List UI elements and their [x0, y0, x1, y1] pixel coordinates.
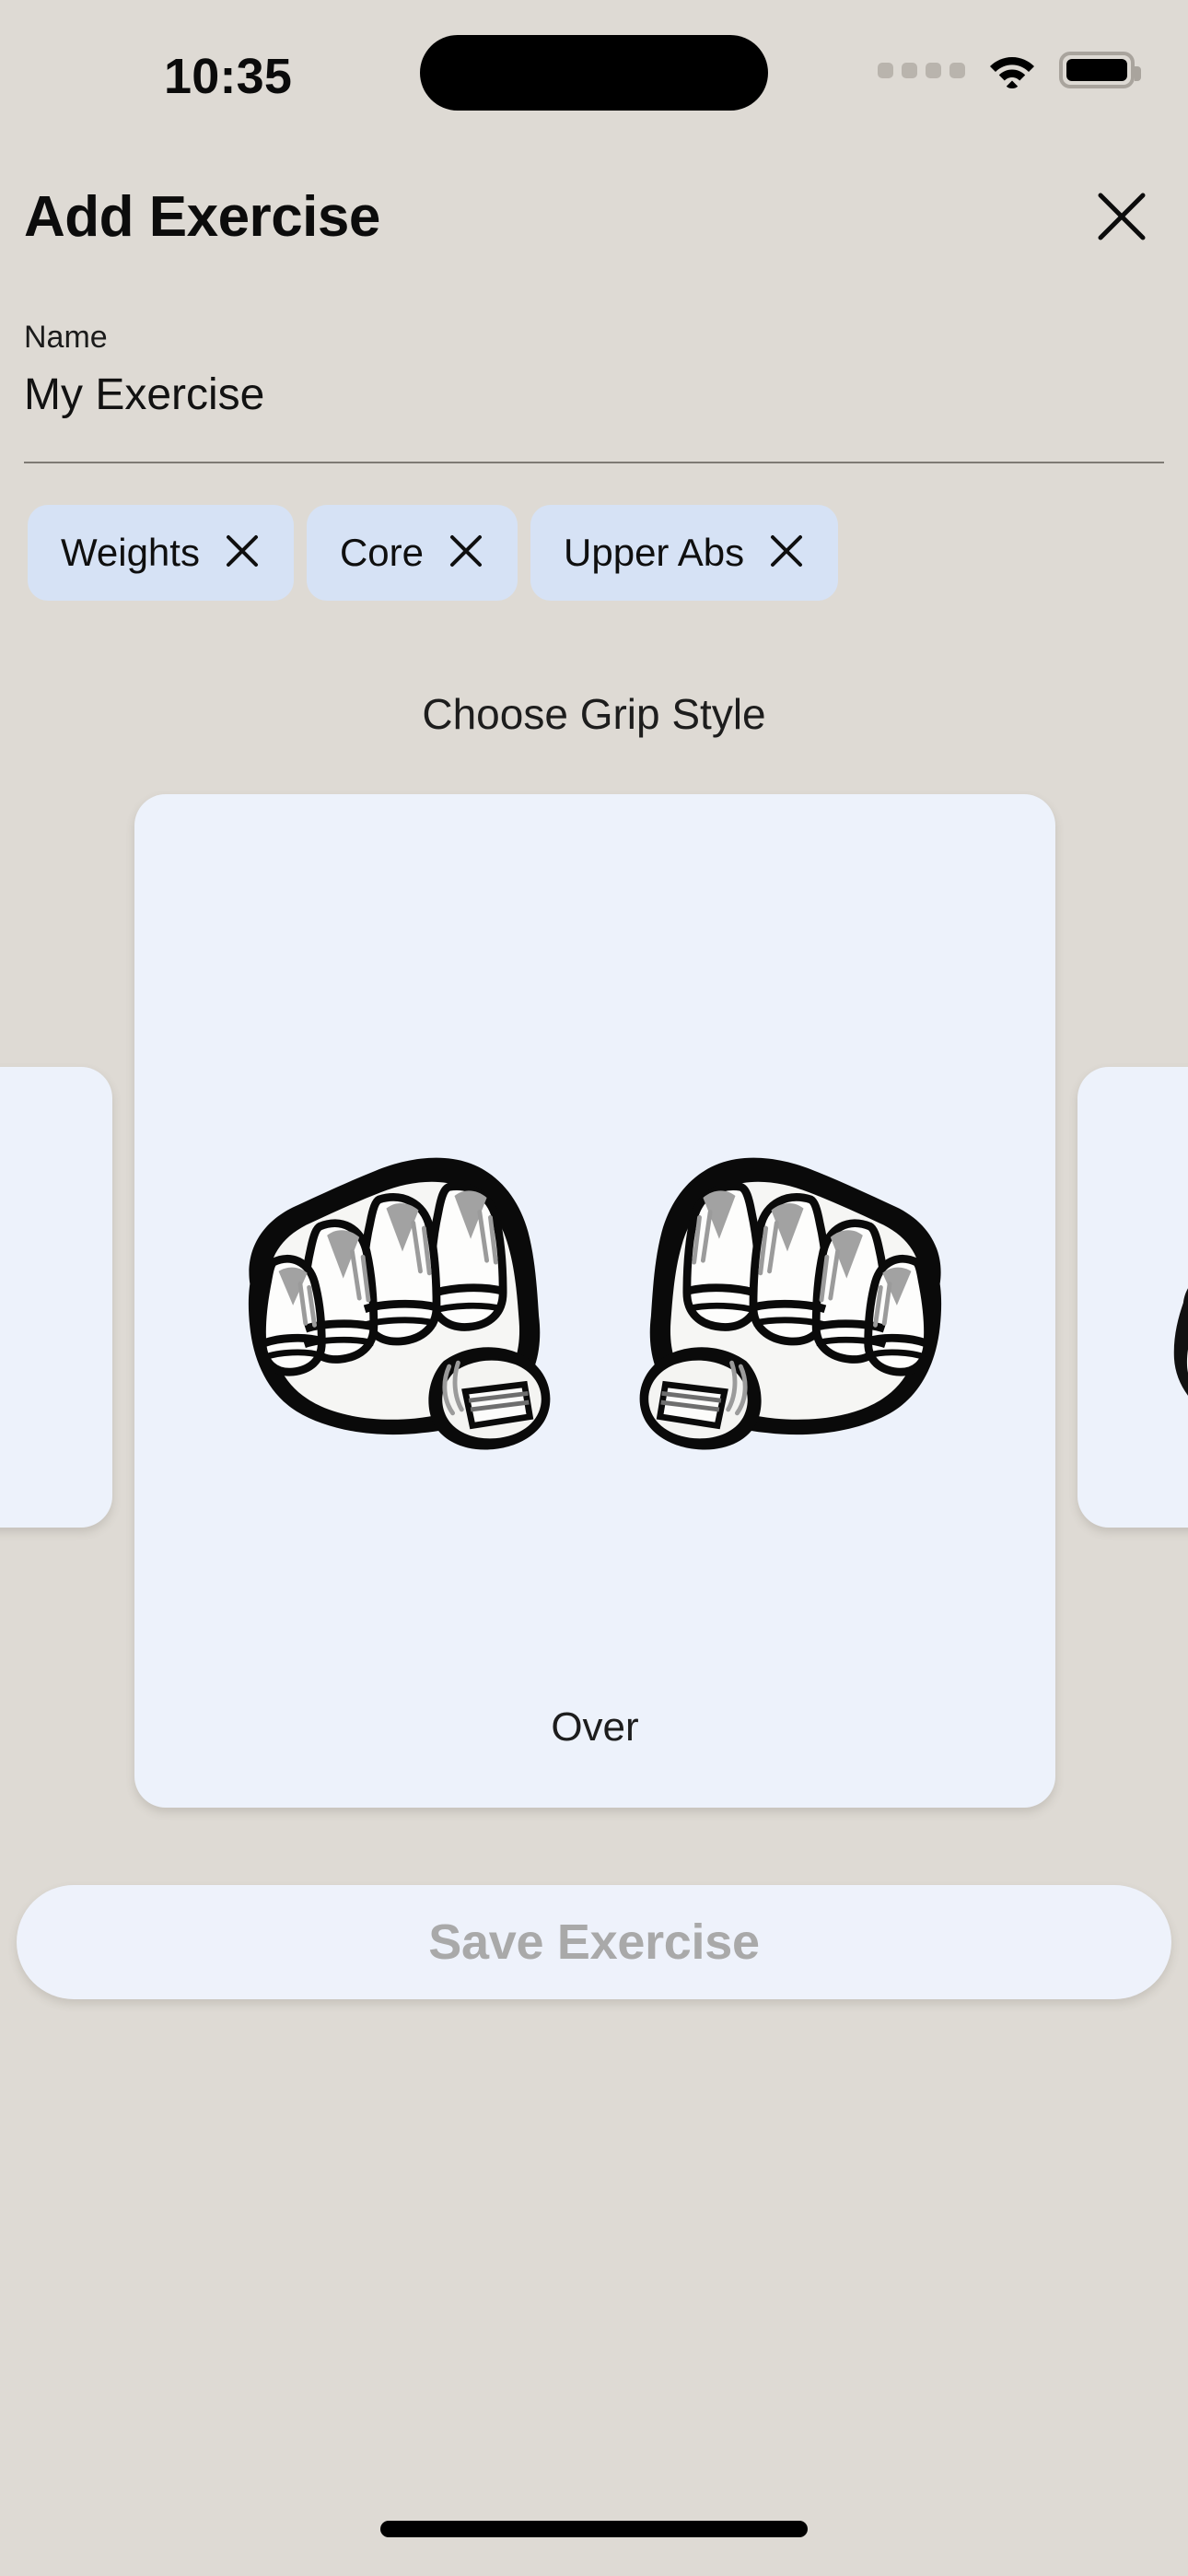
grip-card-selected[interactable]: Over	[134, 794, 1055, 1808]
tag-chip-list: Weights Core Upper Abs	[28, 505, 839, 601]
page-title: Add Exercise	[24, 184, 380, 249]
home-indicator[interactable]	[380, 2521, 808, 2537]
grip-card-caption: Over	[551, 1704, 639, 1750]
fist-under-icon	[1173, 1269, 1188, 1450]
tag-chip-label: Upper Abs	[564, 531, 745, 574]
status-icons	[878, 52, 1141, 88]
close-icon	[1095, 190, 1148, 243]
wifi-icon	[987, 52, 1037, 88]
battery-full-icon	[1059, 52, 1141, 88]
grip-style-carousel[interactable]: Over	[0, 794, 1188, 1817]
close-button[interactable]	[1079, 174, 1164, 259]
close-icon[interactable]	[224, 533, 261, 574]
cellular-dots-icon	[878, 62, 965, 78]
name-field-divider	[24, 461, 1164, 463]
name-input[interactable]: My Exercise	[24, 369, 1164, 420]
fist-left-icon	[248, 1157, 551, 1450]
dynamic-island	[420, 35, 768, 111]
name-field-label: Name	[24, 320, 108, 355]
name-field-group: Name My Exercise	[24, 320, 1164, 463]
tag-chip-upper-abs[interactable]: Upper Abs	[530, 505, 839, 601]
tag-chip-core[interactable]: Core	[306, 505, 518, 601]
fists-knuckles-icon	[134, 794, 1055, 1808]
save-exercise-button[interactable]: Save Exercise	[17, 1885, 1171, 1999]
grip-card-previous[interactable]	[0, 1067, 112, 1528]
fist-right-icon	[639, 1157, 942, 1450]
tag-chip-label: Weights	[61, 531, 200, 574]
close-icon[interactable]	[448, 533, 484, 574]
close-icon[interactable]	[768, 533, 805, 574]
status-bar: 10:35	[0, 0, 1188, 147]
status-time: 10:35	[164, 49, 293, 104]
app-screen: 10:35 Add Exercise Name My Exercise Weig…	[0, 0, 1188, 2576]
grip-style-title: Choose Grip Style	[422, 690, 766, 738]
tag-chip-label: Core	[339, 531, 425, 574]
tag-chip-weights[interactable]: Weights	[28, 505, 294, 601]
grip-card-next[interactable]	[1077, 1067, 1188, 1528]
screen-header: Add Exercise	[0, 161, 1188, 272]
